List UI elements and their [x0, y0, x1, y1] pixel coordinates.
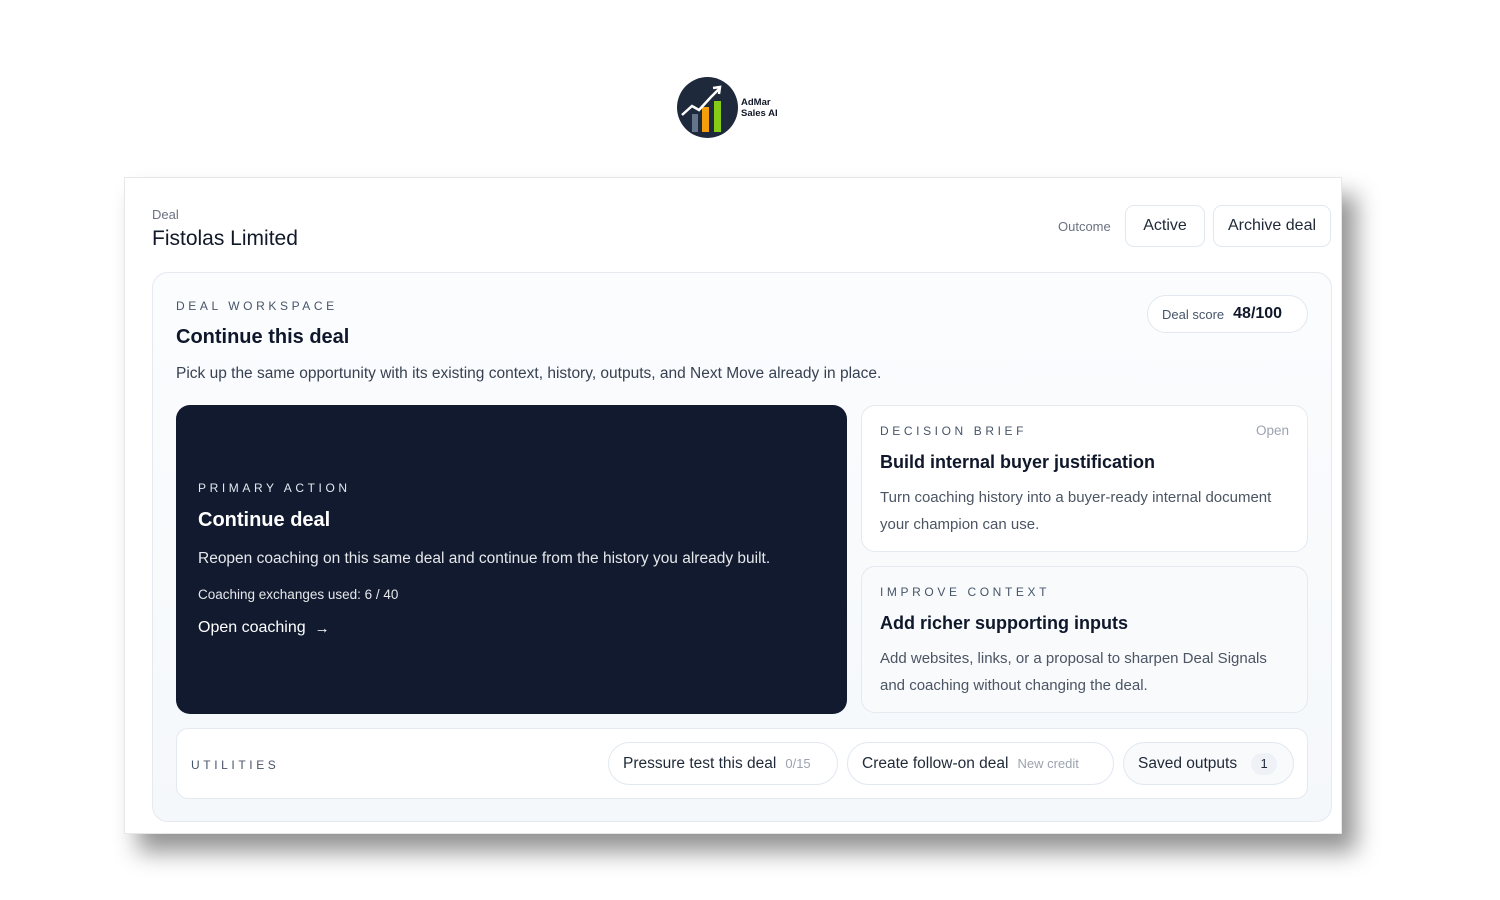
utilities-bar: Utilities Pressure test this deal 0/15 C…: [176, 728, 1308, 799]
arrow-right-icon: →: [314, 619, 330, 637]
page: AdMar Sales AI Deal Fistolas Limited Out…: [0, 0, 1500, 900]
utilities-eyebrow: Utilities: [191, 758, 280, 772]
primary-action-eyebrow: Primary action: [198, 481, 351, 495]
decision-brief-title: Build internal buyer justification: [880, 452, 1156, 472]
open-coaching-label: Open coaching: [198, 619, 306, 636]
follow-on-label: Create follow-on deal: [862, 754, 1009, 772]
primary-action-description: Reopen coaching on this same deal and co…: [198, 550, 771, 567]
outcome-select-button[interactable]: Active: [1125, 205, 1205, 247]
pressure-test-button[interactable]: Pressure test this deal 0/15: [608, 742, 838, 785]
deal-score-badge: Deal score 48/100: [1147, 295, 1308, 333]
improve-context-description: Add websites, links, or a proposal to sh…: [880, 650, 1267, 694]
brand-name: AdMar Sales AI: [741, 97, 778, 119]
improve-context-title: Add richer supporting inputs: [880, 613, 1128, 633]
pressure-test-count: 0/15: [785, 756, 811, 771]
improve-context-eyebrow: Improve context: [880, 585, 1051, 599]
decision-brief-status: Open: [1255, 423, 1289, 438]
brand-logo[interactable]: AdMar Sales AI: [677, 77, 778, 138]
saved-outputs-count-badge: 1: [1251, 752, 1278, 775]
coaching-usage-text: Coaching exchanges used: 6 / 40: [198, 587, 399, 602]
deal-title: Fistolas Limited: [152, 227, 298, 250]
deal-score-label: Deal score: [1162, 306, 1225, 322]
primary-action-title: Continue deal: [198, 509, 331, 531]
workspace-title: Continue this deal: [176, 326, 350, 348]
outcome-label: Outcome: [1058, 219, 1111, 234]
deal-window: Deal Fistolas Limited Outcome Active Arc…: [124, 177, 1342, 834]
pressure-test-label: Pressure test this deal: [623, 754, 777, 772]
decision-brief-card[interactable]: Decision brief Open Build internal buyer…: [861, 405, 1308, 552]
primary-action-card: Primary action Continue deal Reopen coac…: [176, 405, 847, 714]
workspace-description: Pick up the same opportunity with its ex…: [176, 365, 882, 382]
open-coaching-link[interactable]: Open coaching →: [198, 619, 330, 637]
improve-context-card[interactable]: Improve context Add richer supporting in…: [861, 566, 1308, 713]
deal-score-value: 48/100: [1233, 305, 1283, 322]
archive-deal-button[interactable]: Archive deal: [1213, 205, 1331, 247]
saved-outputs-label: Saved outputs: [1138, 754, 1238, 772]
deal-workspace: Deal workspace Continue this deal Pick u…: [152, 272, 1332, 822]
deal-label: Deal: [152, 207, 179, 222]
create-follow-on-deal-button[interactable]: Create follow-on deal New credit: [847, 742, 1114, 785]
chart-logo-icon: [677, 77, 738, 138]
brand-name-line2: Sales AI: [741, 107, 778, 119]
decision-brief-eyebrow: Decision brief: [880, 424, 1028, 438]
brand-name-line1: AdMar: [741, 96, 771, 108]
follow-on-credit-note: New credit: [1017, 756, 1079, 771]
workspace-eyebrow: Deal workspace: [176, 299, 338, 313]
decision-brief-description: Turn coaching history into a buyer-ready…: [880, 489, 1272, 533]
saved-outputs-button[interactable]: Saved outputs 1: [1123, 742, 1294, 785]
